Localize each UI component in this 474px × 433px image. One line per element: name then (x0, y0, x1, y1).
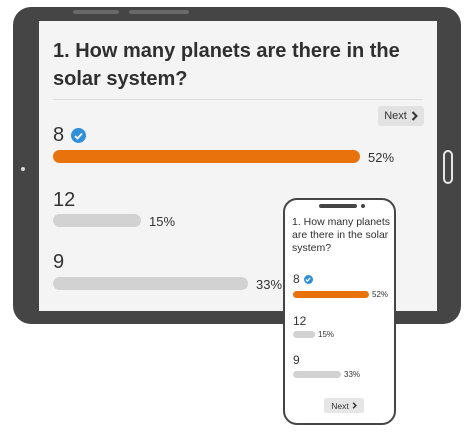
result-percent: 52% (368, 150, 395, 165)
option-label: 8 (53, 124, 65, 146)
tablet-home-button (443, 150, 453, 184)
result-bar (293, 291, 369, 298)
next-button[interactable]: Next (324, 398, 364, 413)
next-label: Next (331, 400, 349, 411)
option-label: 12 (293, 314, 307, 328)
question-title: 1. How many planets are there in the sol… (53, 40, 400, 90)
result-bar (293, 331, 315, 338)
result-bar (293, 371, 341, 378)
phone-device: 1. How many planets are there in the sol… (283, 198, 396, 425)
divider (53, 99, 423, 100)
tablet-camera (21, 167, 25, 171)
option-label: 9 (293, 353, 300, 367)
option-label: 8 (293, 272, 300, 286)
check-circle-icon (71, 128, 87, 143)
phone-camera (361, 204, 365, 208)
tablet-volume-button (73, 10, 119, 14)
result-bar (53, 214, 141, 227)
answer-option-8: 8 (293, 272, 313, 286)
question-title: 1. How many planets are there in the sol… (292, 216, 391, 254)
option-label: 9 (53, 251, 65, 273)
chevron-right-icon (352, 402, 357, 409)
tablet-power-button (129, 10, 189, 14)
answer-option-9: 9 (293, 353, 300, 367)
answer-option-8: 8 (53, 124, 87, 147)
next-button[interactable]: Next (378, 106, 424, 126)
option-label: 12 (53, 189, 76, 211)
result-percent: 52% (372, 290, 389, 299)
result-bar (53, 150, 360, 163)
result-percent: 15% (149, 214, 176, 229)
check-circle-icon (303, 274, 313, 284)
result-percent: 33% (344, 370, 361, 379)
next-label: Next (384, 110, 407, 122)
answer-option-9: 9 (53, 251, 64, 274)
result-bar (53, 277, 248, 290)
answer-option-12: 12 (293, 314, 306, 328)
answer-option-12: 12 (53, 189, 75, 212)
chevron-right-icon (411, 111, 418, 121)
result-percent: 15% (318, 330, 335, 339)
phone-speaker (319, 204, 357, 208)
result-percent: 33% (256, 277, 283, 292)
